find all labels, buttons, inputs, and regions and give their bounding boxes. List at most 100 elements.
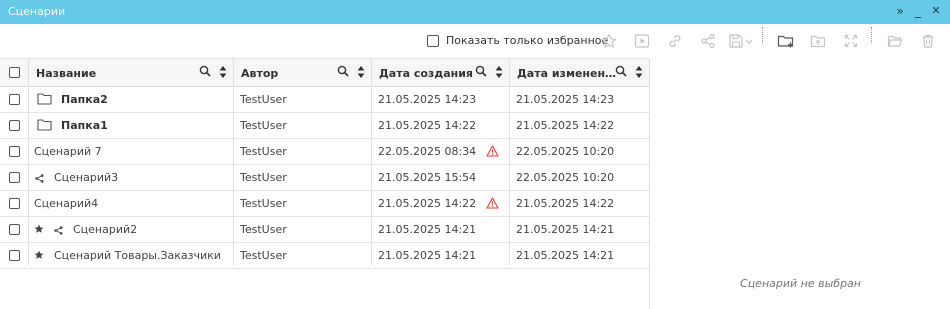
row-select-cell bbox=[0, 139, 28, 164]
search-icon[interactable] bbox=[337, 65, 349, 80]
search-icon[interactable] bbox=[475, 65, 487, 80]
name-cell: Сценарий4 bbox=[28, 191, 233, 216]
author-cell: TestUser bbox=[233, 87, 371, 112]
upload-folder-icon[interactable] bbox=[808, 31, 828, 51]
detail-pane: Сценарий не выбран bbox=[649, 58, 950, 309]
author-cell: TestUser bbox=[233, 217, 371, 242]
favorites-only-label[interactable]: Показать только избранное bbox=[446, 34, 608, 47]
row-checkbox[interactable] bbox=[9, 94, 20, 105]
folder-icon bbox=[37, 118, 52, 134]
warning-icon bbox=[486, 197, 499, 212]
favorites-only-checkbox[interactable] bbox=[427, 35, 439, 47]
share-icon[interactable] bbox=[698, 31, 718, 51]
name-cell: Папка1 bbox=[28, 113, 233, 138]
row-created: 21.05.2025 14:21 bbox=[378, 249, 477, 262]
row-name: Папка1 bbox=[61, 119, 108, 132]
author-cell: TestUser bbox=[233, 139, 371, 164]
row-created: 21.05.2025 14:22 bbox=[378, 197, 477, 210]
table-row[interactable]: Папка1 TestUser 21.05.2025 14:22 21.05.2… bbox=[0, 113, 649, 139]
created-cell: 22.05.2025 08:34 bbox=[371, 139, 509, 164]
search-icon[interactable] bbox=[199, 65, 211, 80]
created-cell: 21.05.2025 14:21 bbox=[371, 217, 509, 242]
row-checkbox[interactable] bbox=[9, 250, 20, 261]
new-folder-icon[interactable] bbox=[776, 31, 796, 51]
row-modified: 21.05.2025 14:21 bbox=[516, 249, 615, 262]
share-icon bbox=[35, 173, 44, 186]
row-name: Сценарий 7 bbox=[34, 145, 102, 158]
row-author: TestUser bbox=[240, 249, 287, 262]
row-name: Сценарий3 bbox=[54, 171, 119, 184]
close-icon[interactable]: ✕ bbox=[929, 3, 943, 19]
sort-icon[interactable] bbox=[357, 65, 365, 82]
author-cell: TestUser bbox=[233, 191, 371, 216]
name-cell: Сценарий2 bbox=[28, 217, 233, 242]
name-cell: Сценарий3 bbox=[28, 165, 233, 190]
row-created: 22.05.2025 08:34 bbox=[378, 145, 477, 158]
row-created: 21.05.2025 15:54 bbox=[378, 171, 477, 184]
modified-cell: 21.05.2025 14:22 bbox=[509, 191, 649, 216]
link-icon[interactable] bbox=[665, 31, 685, 51]
favorite-star-icon bbox=[34, 224, 44, 237]
created-cell: 21.05.2025 14:22 bbox=[371, 113, 509, 138]
minimize-icon[interactable]: _ bbox=[911, 3, 925, 19]
row-modified: 21.05.2025 14:22 bbox=[516, 197, 615, 210]
modified-cell: 21.05.2025 14:21 bbox=[509, 217, 649, 242]
open-folder-icon[interactable] bbox=[885, 31, 905, 51]
table-header: Название Автор Дата создания Дата измене… bbox=[0, 58, 649, 87]
column-header-name[interactable]: Название bbox=[28, 59, 233, 87]
favorite-star-icon bbox=[34, 250, 44, 263]
name-cell: Сценарий 7 bbox=[28, 139, 233, 164]
trash-icon[interactable] bbox=[918, 31, 938, 51]
play-icon[interactable] bbox=[632, 31, 652, 51]
row-checkbox[interactable] bbox=[9, 120, 20, 131]
table-row[interactable]: Сценарий2 TestUser 21.05.2025 14:21 21.0… bbox=[0, 217, 649, 243]
select-all-checkbox[interactable] bbox=[9, 67, 20, 78]
row-author: TestUser bbox=[240, 145, 287, 158]
row-created: 21.05.2025 14:23 bbox=[378, 93, 477, 106]
column-header-modified[interactable]: Дата изменен… bbox=[509, 59, 649, 87]
row-checkbox[interactable] bbox=[9, 172, 20, 183]
star-icon[interactable] bbox=[599, 31, 619, 51]
column-label: Автор bbox=[241, 67, 279, 80]
row-select-cell bbox=[0, 217, 28, 242]
column-label: Дата изменен… bbox=[517, 67, 617, 80]
modified-cell: 21.05.2025 14:23 bbox=[509, 87, 649, 112]
created-cell: 21.05.2025 14:22 bbox=[371, 191, 509, 216]
save-dropdown-icon[interactable] bbox=[727, 31, 757, 51]
modified-cell: 21.05.2025 14:21 bbox=[509, 243, 649, 268]
warning-icon bbox=[486, 145, 499, 160]
table-row[interactable]: Сценарий3 TestUser 21.05.2025 15:54 22.0… bbox=[0, 165, 649, 191]
table-row[interactable]: Сценарий Товары.Заказчики TestUser 21.05… bbox=[0, 243, 649, 269]
column-header-author[interactable]: Автор bbox=[233, 59, 371, 87]
sort-icon[interactable] bbox=[495, 65, 503, 82]
window-title: Сценарии bbox=[8, 5, 66, 18]
modified-cell: 22.05.2025 10:20 bbox=[509, 139, 649, 164]
window-titlebar: Сценарии » _ ✕ bbox=[0, 0, 950, 24]
sort-icon[interactable] bbox=[635, 65, 643, 82]
search-icon[interactable] bbox=[615, 65, 627, 80]
name-cell: Сценарий Товары.Заказчики bbox=[28, 243, 233, 268]
created-cell: 21.05.2025 14:21 bbox=[371, 243, 509, 268]
row-checkbox[interactable] bbox=[9, 224, 20, 235]
select-all-cell bbox=[0, 59, 28, 87]
column-header-created[interactable]: Дата создания bbox=[371, 59, 509, 87]
row-select-cell bbox=[0, 165, 28, 190]
expand-icon[interactable]: » bbox=[893, 3, 907, 19]
sort-icon[interactable] bbox=[219, 65, 227, 82]
row-author: TestUser bbox=[240, 171, 287, 184]
empty-selection-message: Сценарий не выбран bbox=[740, 277, 861, 290]
row-checkbox[interactable] bbox=[9, 146, 20, 157]
table-row[interactable]: Папка2 TestUser 21.05.2025 14:23 21.05.2… bbox=[0, 87, 649, 113]
modified-cell: 22.05.2025 10:20 bbox=[509, 165, 649, 190]
row-select-cell bbox=[0, 87, 28, 112]
row-name: Сценарий4 bbox=[34, 197, 99, 210]
row-name: Сценарий2 bbox=[73, 223, 138, 236]
row-modified: 22.05.2025 10:20 bbox=[516, 171, 615, 184]
created-cell: 21.05.2025 14:23 bbox=[371, 87, 509, 112]
row-author: TestUser bbox=[240, 93, 287, 106]
table-row[interactable]: Сценарий4 TestUser 21.05.2025 14:22 21.0… bbox=[0, 191, 649, 217]
table-row[interactable]: Сценарий 7 TestUser 22.05.2025 08:34 22.… bbox=[0, 139, 649, 165]
toolbar-separator bbox=[762, 27, 763, 43]
row-checkbox[interactable] bbox=[9, 198, 20, 209]
expand-arrows-icon[interactable] bbox=[841, 31, 861, 51]
